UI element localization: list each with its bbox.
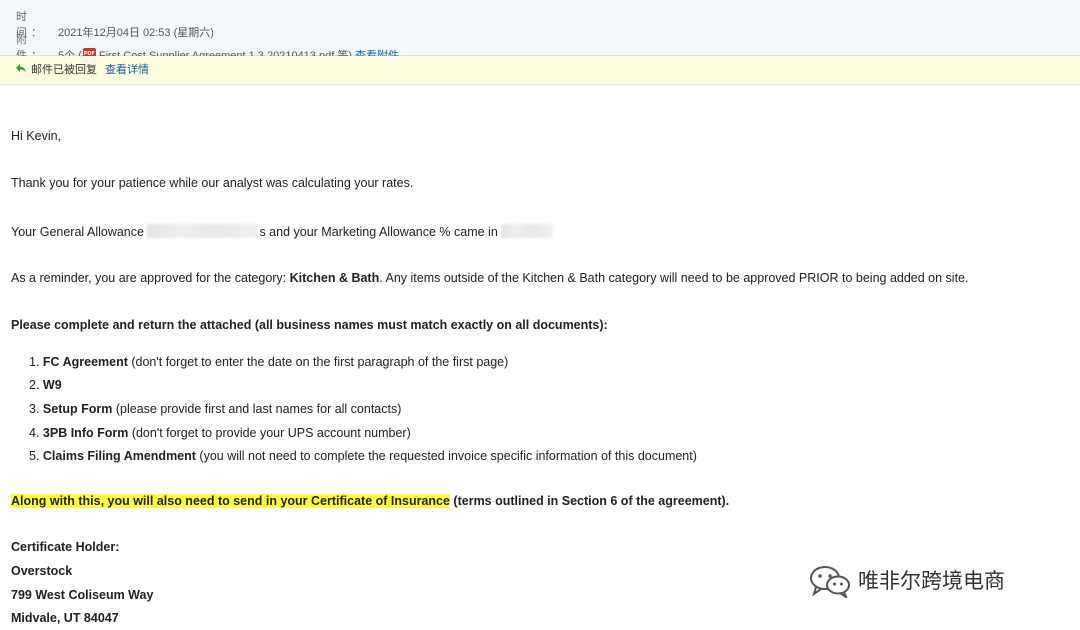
- insurance-terms: (terms outlined in Section 6 of the agre…: [449, 494, 730, 508]
- list-item-title: FC Agreement: [42, 355, 128, 369]
- holder-name: Overstock: [11, 564, 73, 578]
- reply-arrow-icon: [15, 56, 27, 84]
- list-item: 5. Claims Filing Amendment (you will not…: [29, 449, 697, 463]
- reminder-suffix: . Any items outside of the Kitchen & Bat…: [379, 271, 969, 285]
- list-item: 3. Setup Form (please provide first and …: [29, 402, 401, 416]
- greeting: Hi Kevin,: [11, 129, 62, 143]
- list-item-title: Setup Form: [42, 402, 113, 416]
- replied-status-bar: 邮件已被回复 查看详情: [0, 56, 1080, 85]
- list-item-title: Claims Filing Amendment: [42, 449, 196, 463]
- list-item: 1. FC Agreement (don't forget to enter t…: [29, 355, 508, 369]
- approved-category: Kitchen & Bath: [289, 271, 380, 285]
- list-number: 2.: [29, 378, 40, 392]
- view-details-link[interactable]: 查看详情: [105, 56, 149, 84]
- redacted-value: [147, 224, 260, 238]
- allowance-prefix: Your General Allowance: [11, 225, 144, 239]
- list-item-note: (you will not need to complete the reque…: [195, 449, 697, 463]
- certificate-holder-label: Certificate Holder:: [11, 540, 120, 554]
- allowance-mid: s and your Marketing Allowance % came in: [259, 225, 498, 239]
- list-item-note: (don't forget to provide your UPS accoun…: [128, 426, 411, 440]
- wechat-icon: [808, 564, 852, 600]
- reminder-prefix: As a reminder, you are approved for the …: [11, 271, 290, 285]
- list-item: 4. 3PB Info Form (don't forget to provid…: [29, 426, 411, 440]
- instructions-heading: Please complete and return the attached …: [11, 318, 608, 332]
- list-number: 1.: [29, 355, 40, 369]
- insurance-paragraph: Along with this, you will also need to s…: [11, 494, 729, 508]
- list-item-title: 3PB Info Form: [42, 426, 129, 440]
- watermark: 唯非尔跨境电商: [808, 562, 1005, 600]
- list-number: 4.: [29, 426, 40, 440]
- redacted-value: [501, 224, 554, 238]
- list-number: 5.: [29, 449, 43, 463]
- thanks-paragraph: Thank you for your patience while our an…: [11, 176, 414, 190]
- list-number: 3.: [29, 402, 40, 416]
- watermark-text: 唯非尔跨境电商: [858, 569, 1005, 593]
- allowance-paragraph: Your General Allowance s and your Market…: [11, 224, 554, 239]
- reminder-paragraph: As a reminder, you are approved for the …: [11, 271, 968, 285]
- list-item-note: (please provide first and last names for…: [112, 402, 402, 416]
- insurance-highlight: Along with this, you will also need to s…: [11, 494, 450, 508]
- list-item: 2. W9: [29, 378, 62, 392]
- list-item-note: (don't forget to enter the date on the f…: [127, 355, 509, 369]
- replied-status-text: 邮件已被回复: [31, 64, 97, 76]
- holder-city: Midvale, UT 84047: [11, 611, 119, 625]
- email-meta-header: 时 间：2021年12月04日 02:53 (星期六) 附 件：5个 (Firs…: [0, 0, 1080, 62]
- list-item-title: W9: [42, 378, 62, 392]
- holder-street: 799 West Coliseum Way: [11, 588, 154, 602]
